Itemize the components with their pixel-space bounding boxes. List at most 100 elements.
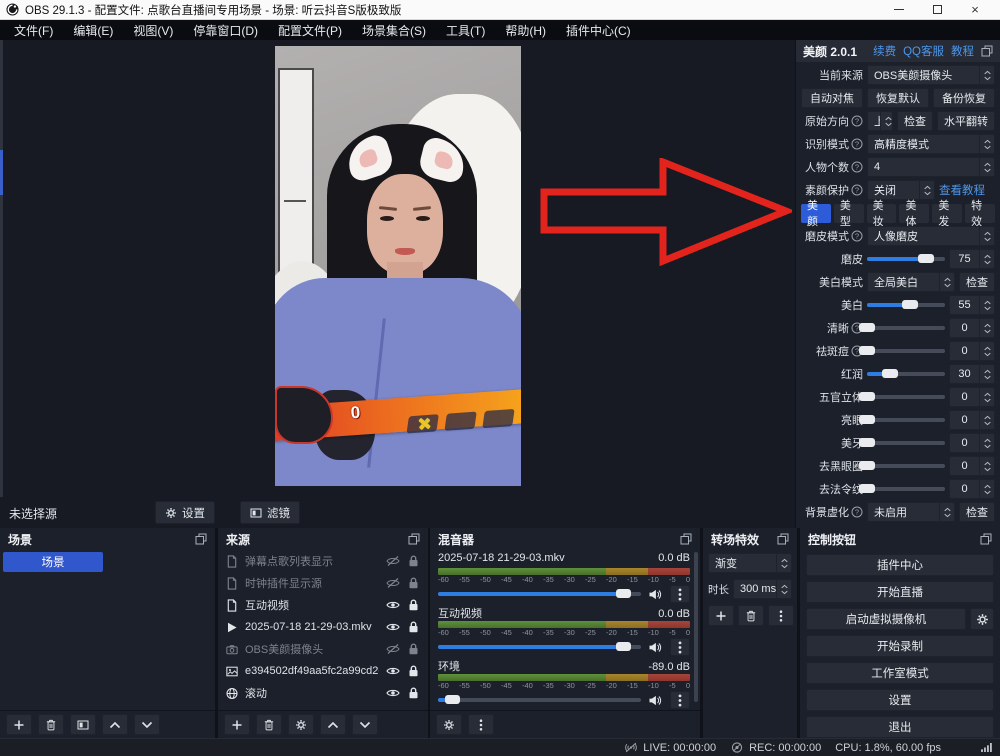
minimize-button[interactable] <box>880 0 918 20</box>
remove-transition-button[interactable] <box>738 605 764 626</box>
source-properties-button[interactable] <box>288 714 314 735</box>
control-button[interactable]: 退出 <box>806 716 994 738</box>
orientation-check-button[interactable]: 检查 <box>897 111 933 131</box>
visibility-eye-icon[interactable] <box>385 666 400 676</box>
visibility-eye-icon[interactable] <box>385 600 400 610</box>
speaker-icon[interactable] <box>648 695 663 706</box>
control-button[interactable]: 插件中心 <box>806 554 994 576</box>
popout-icon[interactable] <box>777 533 789 545</box>
lock-icon[interactable] <box>406 643 421 655</box>
preview-canvas[interactable]: 0 <box>0 40 795 497</box>
source-row[interactable]: OBS美颜摄像头 <box>218 638 428 660</box>
beauty-slider[interactable] <box>867 479 945 499</box>
person-count-stepper[interactable]: 4 <box>867 157 995 177</box>
control-button[interactable]: 开始直播 <box>806 581 994 603</box>
slider-value-spinbox[interactable]: 75 <box>949 249 995 269</box>
popout-icon[interactable] <box>195 533 207 545</box>
beauty-tab[interactable]: 美型 <box>834 204 864 223</box>
scene-item[interactable]: 场景 <box>3 552 103 572</box>
recognition-dropdown[interactable]: 高精度模式 <box>867 134 995 154</box>
source-row[interactable]: 时钟插件显示源 <box>218 572 428 594</box>
beauty-slider[interactable] <box>867 433 945 453</box>
menu-item[interactable]: 停靠窗口(D) <box>183 20 268 40</box>
control-button[interactable]: 工作室模式 <box>806 662 994 684</box>
beauty-header-link[interactable]: QQ客服 <box>903 43 944 59</box>
popout-icon[interactable] <box>980 533 992 545</box>
menu-item[interactable]: 视图(V) <box>123 20 183 40</box>
visibility-eye-icon[interactable] <box>385 578 400 588</box>
source-row[interactable]: 互动视频 <box>218 594 428 616</box>
lock-icon[interactable] <box>406 599 421 611</box>
add-scene-button[interactable] <box>6 714 32 735</box>
slider-value-spinbox[interactable]: 0 <box>949 318 995 338</box>
orientation-dropdown[interactable]: 上 <box>867 111 893 131</box>
lock-icon[interactable] <box>406 555 421 567</box>
visibility-eye-icon[interactable] <box>385 556 400 566</box>
current-source-dropdown[interactable]: OBS美颜摄像头 <box>867 65 995 85</box>
move-scene-down-button[interactable] <box>134 714 160 735</box>
visibility-eye-icon[interactable] <box>385 622 400 632</box>
maximize-button[interactable] <box>918 0 956 20</box>
volume-slider[interactable] <box>438 587 641 601</box>
move-source-up-button[interactable] <box>320 714 346 735</box>
beauty-slider[interactable] <box>867 318 945 338</box>
beauty-slider[interactable] <box>867 410 945 430</box>
menu-item[interactable]: 插件中心(C) <box>556 20 641 40</box>
slider-value-spinbox[interactable]: 55 <box>949 295 995 315</box>
scene-filters-button[interactable] <box>70 714 96 735</box>
popout-icon[interactable] <box>408 533 420 545</box>
beauty-slider[interactable] <box>867 364 945 384</box>
beauty-action-button[interactable]: 备份恢复 <box>933 88 995 108</box>
add-transition-button[interactable] <box>708 605 734 626</box>
lock-icon[interactable] <box>406 687 421 699</box>
source-filters-button[interactable]: 滤镜 <box>240 501 300 524</box>
slider-value-spinbox[interactable]: 0 <box>949 433 995 453</box>
menu-item[interactable]: 编辑(E) <box>63 20 123 40</box>
bg-blur-dropdown[interactable]: 未启用 <box>867 502 955 522</box>
beauty-slider[interactable] <box>867 456 945 476</box>
transition-menu-button[interactable] <box>768 605 794 626</box>
volume-slider[interactable] <box>438 693 641 707</box>
mixer-menu-button[interactable] <box>468 714 494 735</box>
flip-horizontal-button[interactable]: 水平翻转 <box>937 111 995 131</box>
beauty-slider[interactable] <box>867 341 945 361</box>
control-button[interactable]: 启动虚拟摄像机 <box>806 608 966 630</box>
transition-dropdown[interactable]: 渐变 <box>708 553 792 573</box>
beauty-slider[interactable] <box>867 387 945 407</box>
slider-value-spinbox[interactable]: 30 <box>949 364 995 384</box>
speaker-icon[interactable] <box>648 642 663 653</box>
source-row[interactable]: 弹幕点歌列表显示 <box>218 550 428 572</box>
slider-value-spinbox[interactable]: 0 <box>949 456 995 476</box>
beauty-tab[interactable]: 特效 <box>965 204 995 223</box>
channel-menu-button[interactable] <box>670 638 690 656</box>
control-button[interactable]: 开始录制 <box>806 635 994 657</box>
source-row[interactable]: 滚动 <box>218 682 428 704</box>
beauty-action-button[interactable]: 自动对焦 <box>801 88 863 108</box>
beauty-header-link[interactable]: 续费 <box>873 43 896 59</box>
beauty-tab[interactable]: 美发 <box>932 204 962 223</box>
slider-value-spinbox[interactable]: 0 <box>949 479 995 499</box>
lock-icon[interactable] <box>406 577 421 589</box>
beauty-tab[interactable]: 美颜 <box>801 204 831 223</box>
view-tutorial-link[interactable]: 查看教程 <box>939 182 995 198</box>
channel-menu-button[interactable] <box>670 585 690 603</box>
white-mode-dropdown[interactable]: 全局美白 <box>867 272 955 292</box>
slider-value-spinbox[interactable]: 0 <box>949 387 995 407</box>
lock-icon[interactable] <box>406 665 421 677</box>
visibility-eye-icon[interactable] <box>385 688 400 698</box>
menu-item[interactable]: 场景集合(S) <box>352 20 436 40</box>
move-source-down-button[interactable] <box>352 714 378 735</box>
move-scene-up-button[interactable] <box>102 714 128 735</box>
beauty-slider[interactable] <box>867 249 945 269</box>
slider-value-spinbox[interactable]: 0 <box>949 341 995 361</box>
advanced-audio-button[interactable] <box>436 714 462 735</box>
menu-item[interactable]: 文件(F) <box>4 20 63 40</box>
visibility-eye-icon[interactable] <box>385 644 400 654</box>
menu-item[interactable]: 工具(T) <box>436 20 495 40</box>
lock-icon[interactable] <box>406 621 421 633</box>
duration-spinbox[interactable]: 300 ms <box>733 579 792 599</box>
beauty-action-button[interactable]: 恢复默认 <box>867 88 929 108</box>
virtual-camera-config-button[interactable] <box>970 608 994 630</box>
remove-scene-button[interactable] <box>38 714 64 735</box>
beauty-slider[interactable] <box>867 295 945 315</box>
